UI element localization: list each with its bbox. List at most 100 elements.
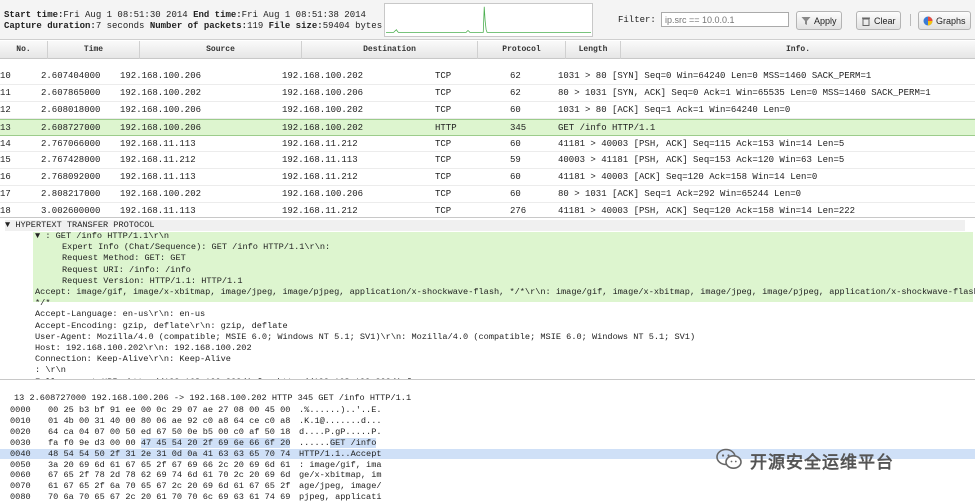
packet-destination-cell: 192.168.100.202 xyxy=(282,71,364,81)
packet-protocol-cell: TCP xyxy=(435,189,452,200)
packet-time-cell: 2.768092000 xyxy=(41,172,101,183)
column-header-time[interactable]: Time xyxy=(48,41,140,59)
tree-node[interactable]: Accept: image/gif, image/x-xbitmap, imag… xyxy=(35,287,975,298)
pie-chart-icon xyxy=(923,16,933,26)
hex-bytes-mark: 47 45 54 20 2f 69 6e 66 6f 20 xyxy=(140,437,291,448)
packet-destination-cell: 192.168.100.206 xyxy=(282,189,364,200)
tree-node[interactable]: Request URI: /info: /info xyxy=(62,265,191,276)
packet-source-cell: 192.168.11.113 xyxy=(120,138,196,149)
packet-time-cell: 2.808217000 xyxy=(41,189,101,200)
packet-list: 10 2.607404000 192.168.100.206 192.168.100.… xyxy=(0,68,975,221)
tree-node[interactable]: Accept-Language: en-us\r\n: en-us xyxy=(35,309,205,320)
tree-node-http[interactable]: ▼ HYPERTEXT TRANSFER PROTOCOL xyxy=(5,220,965,231)
packet-info-cell: 80 > 1031 [ACK] Seq=1 Ack=292 Win=65244 … xyxy=(558,189,802,200)
table-row[interactable]: 16 2.768092000 192.168.11.113 192.168.11.21… xyxy=(0,169,975,187)
tree-node[interactable]: Request Method: GET: GET xyxy=(62,253,186,264)
clear-button[interactable]: Clear xyxy=(856,11,901,30)
table-row[interactable]: 13 2.608727000 192.168.100.206 192.168.100.… xyxy=(0,118,975,136)
column-header-length[interactable]: Length xyxy=(566,41,621,59)
tree-node[interactable]: */* xyxy=(35,298,50,309)
tree-node[interactable]: Expert Info (Chat/Sequence): GET /info H… xyxy=(62,242,330,253)
packet-time-cell: 2.607404000 xyxy=(41,71,101,81)
packet-protocol-cell: HTTP xyxy=(435,122,457,133)
packet-info-cell: 41181 > 40003 [PSH, ACK] Seq=115 Ack=153… xyxy=(558,138,845,149)
packet-table-header: No. Time Source Destination Protocol Len… xyxy=(0,41,975,59)
hex-ascii-apre: ge/x-xbitmap, im xyxy=(299,470,382,481)
hex-ascii: ge/x-xbitmap, im xyxy=(299,470,382,481)
hex-bytes: 70 6a 70 65 67 2c 20 61 70 70 6c 69 63 6… xyxy=(48,492,290,502)
table-row[interactable]: 14 2.767066000 192.168.11.113 192.168.11.21… xyxy=(0,136,975,153)
tree-node[interactable]: User-Agent: Mozilla/4.0 (compatible; MSI… xyxy=(35,332,695,343)
packet-length-cell: 59 xyxy=(510,155,521,166)
apply-button[interactable]: Apply xyxy=(796,11,842,30)
hex-line[interactable]: 0070 61 67 65 2f 6a 70 65 67 2c 20 69 6d … xyxy=(0,481,975,492)
hex-bytes-pre: 67 65 2f 78 2d 78 62 69 74 6d 61 70 2c 2… xyxy=(48,470,291,481)
hex-bytes-pre: 70 6a 70 65 67 2c 20 61 70 70 6c 69 63 6… xyxy=(48,492,291,502)
capture-summary-bar: Start time:Fri Aug 1 08:51:30 2014 End t… xyxy=(0,0,975,40)
packet-length-cell: 60 xyxy=(510,104,521,115)
packet-destination-cell: 192.168.100.206 xyxy=(282,87,364,98)
funnel-icon xyxy=(801,16,811,26)
hex-ascii-apre: .%......)..'..E. xyxy=(299,405,382,415)
tree-node[interactable]: Full request URI: http://192.168.100.202… xyxy=(35,377,417,379)
hex-ascii: age/jpeg, image/ xyxy=(299,481,382,492)
packet-no-cell: 14 xyxy=(0,138,11,149)
hex-ascii-apre: : image/gif, ima xyxy=(299,459,382,470)
column-header-no[interactable]: No. xyxy=(0,41,48,59)
tree-node[interactable]: ▼ : GET /info HTTP/1.1\r\n xyxy=(35,231,169,242)
hex-line[interactable]: 0020 64 ca 04 07 00 50 ed 67 50 0e b5 00 … xyxy=(0,427,975,438)
table-row[interactable]: 15 2.767428000 192.168.11.212 192.168.11.11… xyxy=(0,152,975,170)
hex-ascii: : image/gif, ima xyxy=(299,460,382,471)
hex-line[interactable]: 0000 00 25 b3 bf 91 ee 00 0c 29 07 ae 27 … xyxy=(0,405,975,416)
packet-destination-cell: 192.168.100.202 xyxy=(282,104,364,115)
packet-no-cell: 11 xyxy=(0,87,11,98)
wechat-icon xyxy=(716,448,742,473)
packet-protocol-cell: TCP xyxy=(435,87,452,98)
hex-line[interactable]: 0080 70 6a 70 65 67 2c 20 61 70 70 6c 69 … xyxy=(0,492,975,502)
packet-destination-cell: 192.168.11.212 xyxy=(282,138,358,149)
tree-node[interactable]: Accept-Encoding: gzip, deflate\r\n: gzip… xyxy=(35,321,288,332)
tree-node[interactable]: : \r\n xyxy=(35,365,66,376)
packet-destination-cell: 192.168.100.202 xyxy=(282,122,364,133)
hex-ascii: HTTP/1.1..Accept xyxy=(299,448,382,460)
table-row[interactable]: 12 2.608018000 192.168.100.206 192.168.100.… xyxy=(0,102,975,119)
tree-node[interactable]: Connection: Keep-Alive\r\n: Keep-Alive xyxy=(35,354,231,365)
hex-bytes: 48 54 54 50 2f 31 2e 31 0d 0a 41 63 63 6… xyxy=(48,448,290,460)
packet-destination-cell: 192.168.11.212 xyxy=(282,172,358,183)
packet-protocol-cell: TCP xyxy=(435,138,452,149)
packet-info-cell: 80 > 1031 [SYN, ACK] Seq=0 Ack=1 Win=655… xyxy=(558,87,931,98)
packet-info-cell: 1031 > 80 [ACK] Seq=1 Ack=1 Win=64240 Le… xyxy=(558,104,791,115)
column-header-destination[interactable]: Destination xyxy=(302,41,478,59)
hex-line[interactable]: 0010 01 4b 00 31 40 00 80 06 ae 92 c0 a8 … xyxy=(0,416,975,427)
hex-offset: 0000 xyxy=(10,405,31,415)
file-size-value: 59404 bytes xyxy=(322,21,383,31)
toolbar-divider xyxy=(910,14,911,26)
table-row[interactable]: 11 2.607865000 192.168.100.202 192.168.100.… xyxy=(0,85,975,102)
column-header-source[interactable]: Source xyxy=(140,41,302,59)
hex-bytes-pre: 61 67 65 2f 6a 70 65 67 2c 20 69 6d 61 6… xyxy=(48,481,291,492)
start-time-label: Start time: xyxy=(4,10,64,20)
packet-source-cell: 192.168.11.212 xyxy=(120,155,196,166)
packet-time-cell: 2.608727000 xyxy=(41,122,101,133)
sparkline-path xyxy=(385,6,592,33)
hex-offset: 0080 xyxy=(10,492,31,502)
packet-source-cell: 192.168.11.113 xyxy=(120,172,196,183)
graphs-button[interactable]: Graphs xyxy=(918,11,971,30)
apply-label: Apply xyxy=(814,15,837,26)
column-header-protocol[interactable]: Protocol xyxy=(478,41,566,59)
graphs-label: Graphs xyxy=(936,15,966,26)
packet-info-cell: 41181 > 40003 [ACK] Seq=120 Ack=158 Win=… xyxy=(558,172,818,183)
hex-ascii-apre: d....P.gP.....P. xyxy=(299,426,382,437)
tree-node[interactable]: Host: 192.168.100.202\r\n: 192.168.100.2… xyxy=(35,343,252,354)
hex-offset: 0050 xyxy=(10,459,31,470)
table-row[interactable]: 10 2.607404000 192.168.100.206 192.168.100.… xyxy=(0,68,975,85)
column-header-info[interactable]: Info. xyxy=(621,41,975,59)
tree-node[interactable]: Request Version: HTTP/1.1: HTTP/1.1 xyxy=(62,276,243,287)
clear-label: Clear xyxy=(874,15,896,26)
filter-input[interactable] xyxy=(661,12,789,27)
traffic-sparkline xyxy=(384,3,593,37)
hex-ascii-apre: pjpeg, applicati xyxy=(299,492,382,502)
hex-dump-pane: 13 2.608727000 192.168.100.206 -> 192.16… xyxy=(0,381,975,502)
table-row[interactable]: 17 2.808217000 192.168.100.202 192.168.100.… xyxy=(0,186,975,204)
packet-source-cell: 192.168.100.206 xyxy=(120,104,202,115)
